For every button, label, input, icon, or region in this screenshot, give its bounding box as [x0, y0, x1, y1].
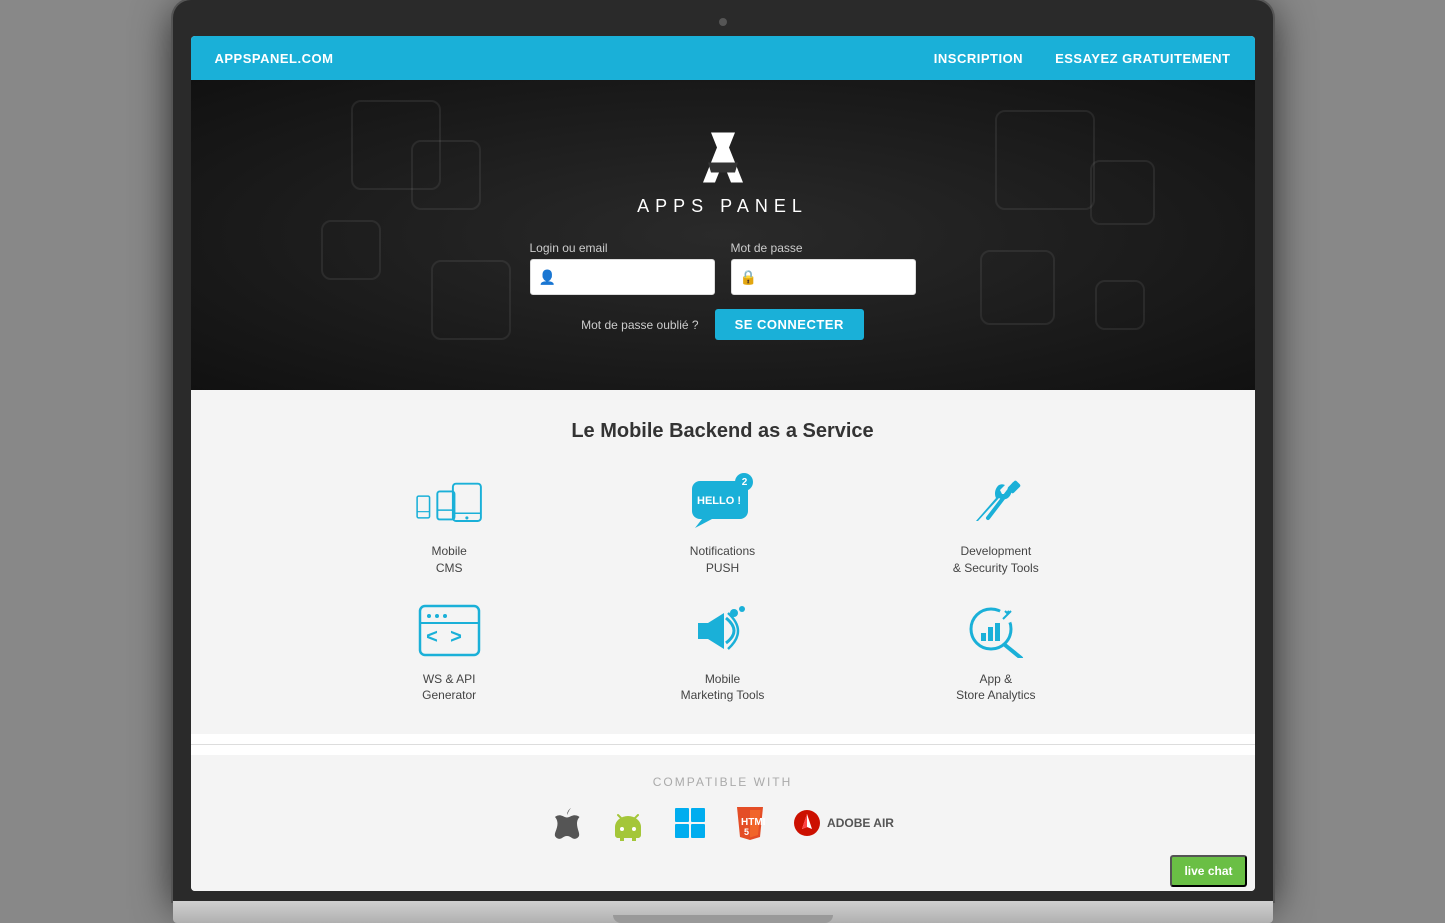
marketing-icon: [690, 603, 755, 658]
notifications-push-label: NotificationsPUSH: [690, 543, 755, 577]
live-chat-button[interactable]: live chat: [1170, 855, 1246, 887]
notifications-push-icon-area: HELLO ! 2: [687, 473, 757, 533]
password-input-wrapper: 🔒: [731, 259, 916, 295]
dev-security-icon-area: [961, 473, 1031, 533]
android-platform: [611, 805, 645, 841]
feature-marketing: MobileMarketing Tools: [616, 601, 829, 705]
apple-platform: [551, 805, 583, 841]
section-divider: [191, 744, 1255, 745]
password-label: Mot de passe: [731, 241, 916, 255]
form-bottom: Mot de passe oublié ? SE CONNECTER: [581, 309, 864, 340]
feature-notifications-push: HELLO ! 2 NotificationsPUSH: [616, 473, 829, 577]
adobe-air-logo: ADOBE AIR: [793, 809, 894, 837]
login-input[interactable]: [562, 270, 706, 285]
footer-area: live chat: [191, 871, 1255, 891]
analytics-icon-area: [961, 601, 1031, 661]
features-section: Le Mobile Backend as a Service: [191, 390, 1255, 734]
features-title: Le Mobile Backend as a Service: [571, 420, 873, 443]
apps-panel-text: APPS PANEL: [637, 196, 808, 217]
apps-panel-logo-icon: [683, 120, 763, 190]
compatible-icons: HTML 5 ADOBE AIR: [551, 805, 894, 841]
windows-platform: [673, 806, 707, 840]
ws-api-icon-area: < >: [414, 601, 484, 661]
marketing-label: MobileMarketing Tools: [681, 671, 765, 705]
adobe-air-platform: ADOBE AIR: [793, 809, 894, 837]
analytics-icon: [963, 603, 1028, 658]
site-logo: APPSPANEL.COM: [215, 51, 334, 66]
html5-platform: HTML 5: [735, 805, 765, 841]
feature-analytics: App &Store Analytics: [889, 601, 1102, 705]
laptop-base: [173, 901, 1273, 923]
analytics-label: App &Store Analytics: [956, 671, 1035, 705]
login-label: Login ou email: [530, 241, 715, 255]
browser-window: APPSPANEL.COM INSCRIPTION ESSAYEZ GRATUI…: [191, 36, 1255, 891]
user-icon: 👤: [539, 269, 556, 286]
login-field-group: Login ou email 👤: [530, 241, 715, 295]
login-input-wrapper: 👤: [530, 259, 715, 295]
adobe-air-text: ADOBE AIR: [827, 816, 894, 830]
top-nav: APPSPANEL.COM INSCRIPTION ESSAYEZ GRATUI…: [191, 36, 1255, 80]
svg-text:5: 5: [744, 827, 749, 837]
ws-api-icon: < >: [417, 603, 482, 658]
feature-ws-api: < > WS & APIGenerator: [343, 601, 556, 705]
trial-link[interactable]: ESSAYEZ GRATUITEMENT: [1055, 51, 1230, 66]
features-grid: MobileCMS HELLO ! 2: [343, 473, 1103, 704]
form-fields: Login ou email 👤 Mot de passe 🔒: [530, 241, 916, 295]
password-input[interactable]: [763, 270, 907, 285]
hero-section: APPS PANEL Login ou email 👤 Mo: [191, 80, 1255, 390]
html5-icon: HTML 5: [735, 805, 765, 841]
forgot-password-link[interactable]: Mot de passe oublié ?: [581, 318, 698, 332]
adobe-air-icon: [793, 809, 821, 837]
android-icon: [611, 805, 645, 841]
connect-button[interactable]: SE CONNECTER: [715, 309, 864, 340]
inscription-link[interactable]: INSCRIPTION: [934, 51, 1023, 66]
laptop-camera: [719, 18, 727, 26]
apple-icon: [551, 805, 583, 841]
svg-text:< >: < >: [426, 627, 462, 650]
feature-dev-security: Development& Security Tools: [889, 473, 1102, 577]
dev-security-label: Development& Security Tools: [953, 543, 1039, 577]
login-form: Login ou email 👤 Mot de passe 🔒: [530, 241, 916, 340]
feature-mobile-cms: MobileCMS: [343, 473, 556, 577]
dev-security-icon: [966, 476, 1026, 531]
nav-links: INSCRIPTION ESSAYEZ GRATUITEMENT: [934, 51, 1231, 66]
password-field-group: Mot de passe 🔒: [731, 241, 916, 295]
compatible-title: COMPATIBLE WITH: [653, 775, 793, 789]
logo-area: APPS PANEL: [637, 120, 808, 217]
compatible-section: COMPATIBLE WITH: [191, 755, 1255, 871]
mobile-cms-icon: [414, 476, 484, 531]
marketing-icon-area: [687, 601, 757, 661]
mobile-cms-icon-area: [414, 473, 484, 533]
mobile-cms-label: MobileCMS: [431, 543, 466, 577]
lock-icon: 🔒: [740, 269, 757, 286]
ws-api-label: WS & APIGenerator: [422, 671, 476, 705]
svg-text:HELLO !: HELLO !: [697, 495, 741, 507]
windows-icon: [673, 806, 707, 840]
